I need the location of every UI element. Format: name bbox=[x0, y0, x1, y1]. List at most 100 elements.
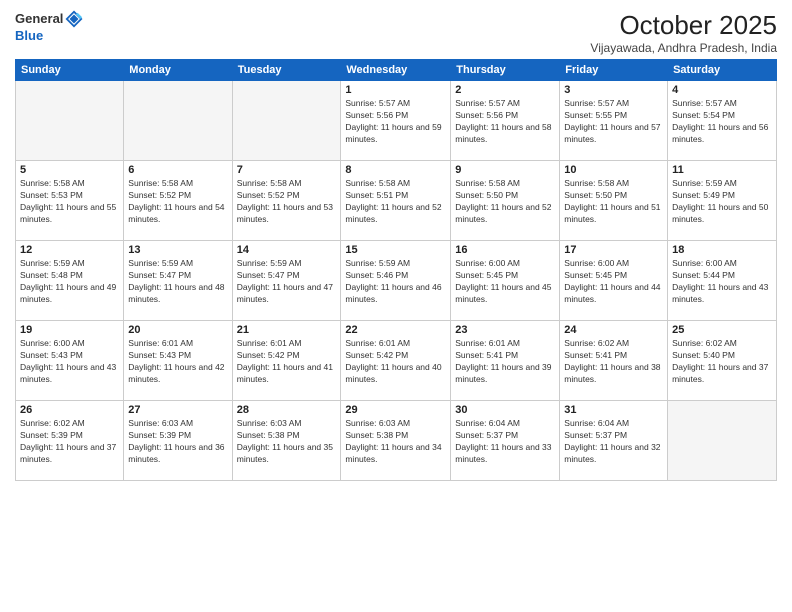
day-number: 14 bbox=[237, 244, 337, 256]
day-number: 28 bbox=[237, 404, 337, 416]
logo-icon bbox=[65, 10, 83, 28]
calendar-cell-28: 28Sunrise: 6:03 AMSunset: 5:38 PMDayligh… bbox=[232, 401, 341, 481]
calendar-cell-8: 8 Sunrise: 5:58 AMSunset: 5:51 PMDaylight… bbox=[341, 161, 451, 241]
day-number: 13 bbox=[128, 244, 227, 256]
day-number: 5 bbox=[20, 164, 119, 176]
day-info: Sunrise: 5:58 AMSunset: 5:51 PMDaylight:… bbox=[345, 178, 446, 226]
calendar-cell-6: 6 Sunrise: 5:58 AMSunset: 5:52 PMDaylight… bbox=[124, 161, 232, 241]
day-info: Sunrise: 5:57 AMSunset: 5:55 PMDaylight:… bbox=[564, 98, 663, 146]
page-container: General Blue October 2025 Vijayawada, An… bbox=[0, 0, 792, 612]
day-number: 17 bbox=[564, 244, 663, 256]
day-info: Sunrise: 6:03 AMSunset: 5:38 PMDaylight:… bbox=[345, 418, 446, 466]
day-info: Sunrise: 5:59 AMSunset: 5:48 PMDaylight:… bbox=[20, 258, 119, 306]
calendar-cell-empty bbox=[668, 401, 777, 481]
weekday-header-monday: Monday bbox=[124, 60, 232, 81]
day-info: Sunrise: 5:58 AMSunset: 5:52 PMDaylight:… bbox=[128, 178, 227, 226]
day-number: 22 bbox=[345, 324, 446, 336]
calendar-cell-empty bbox=[16, 81, 124, 161]
calendar-cell-31: 31 Sunrise: 6:04 AMSunset: 5:37 PMDayligh… bbox=[560, 401, 668, 481]
day-number: 9 bbox=[455, 164, 555, 176]
weekday-header-tuesday: Tuesday bbox=[232, 60, 341, 81]
weekday-header-row: SundayMondayTuesdayWednesdayThursdayFrid… bbox=[16, 60, 777, 81]
day-number: 26 bbox=[20, 404, 119, 416]
day-info: Sunrise: 5:58 AMSunset: 5:50 PMDaylight:… bbox=[455, 178, 555, 226]
header: General Blue October 2025 Vijayawada, An… bbox=[15, 10, 777, 55]
week-row-5: 26 Sunrise: 6:02 AMSunset: 5:39 PMDayligh… bbox=[16, 401, 777, 481]
day-number: 30 bbox=[455, 404, 555, 416]
day-number: 29 bbox=[345, 404, 446, 416]
calendar-cell-20: 20 Sunrise: 6:01 AMSunset: 5:43 PMDayligh… bbox=[124, 321, 232, 401]
day-info: Sunrise: 6:00 AMSunset: 5:44 PMDaylight:… bbox=[672, 258, 772, 306]
day-info: Sunrise: 6:01 AMSunset: 5:43 PMDaylight:… bbox=[128, 338, 227, 386]
day-number: 12 bbox=[20, 244, 119, 256]
day-number: 25 bbox=[672, 324, 772, 336]
calendar-table: SundayMondayTuesdayWednesdayThursdayFrid… bbox=[15, 59, 777, 481]
day-number: 19 bbox=[20, 324, 119, 336]
calendar-cell-26: 26 Sunrise: 6:02 AMSunset: 5:39 PMDayligh… bbox=[16, 401, 124, 481]
day-info: Sunrise: 5:59 AMSunset: 5:49 PMDaylight:… bbox=[672, 178, 772, 226]
calendar-cell-15: 15 Sunrise: 5:59 AMSunset: 5:46 PMDayligh… bbox=[341, 241, 451, 321]
month-title: October 2025 bbox=[590, 10, 777, 41]
day-number: 31 bbox=[564, 404, 663, 416]
calendar-cell-14: 14Sunrise: 5:59 AMSunset: 5:47 PMDayligh… bbox=[232, 241, 341, 321]
day-info: Sunrise: 5:57 AMSunset: 5:56 PMDaylight:… bbox=[455, 98, 555, 146]
location-subtitle: Vijayawada, Andhra Pradesh, India bbox=[590, 41, 777, 55]
weekday-header-sunday: Sunday bbox=[16, 60, 124, 81]
day-number: 1 bbox=[345, 84, 446, 96]
calendar-cell-21: 21 Sunrise: 6:01 AMSunset: 5:42 PMDayligh… bbox=[232, 321, 341, 401]
day-number: 15 bbox=[345, 244, 446, 256]
calendar-cell-12: 12 Sunrise: 5:59 AMSunset: 5:48 PMDayligh… bbox=[16, 241, 124, 321]
weekday-header-thursday: Thursday bbox=[451, 60, 560, 81]
day-info: Sunrise: 5:58 AMSunset: 5:50 PMDaylight:… bbox=[564, 178, 663, 226]
title-section: October 2025 Vijayawada, Andhra Pradesh,… bbox=[590, 10, 777, 55]
calendar-cell-empty bbox=[232, 81, 341, 161]
day-number: 4 bbox=[672, 84, 772, 96]
day-info: Sunrise: 6:00 AMSunset: 5:45 PMDaylight:… bbox=[564, 258, 663, 306]
calendar-cell-2: 2 Sunrise: 5:57 AMSunset: 5:56 PMDaylight… bbox=[451, 81, 560, 161]
calendar-cell-9: 9 Sunrise: 5:58 AMSunset: 5:50 PMDaylight… bbox=[451, 161, 560, 241]
day-number: 21 bbox=[237, 324, 337, 336]
calendar-cell-30: 30 Sunrise: 6:04 AMSunset: 5:37 PMDayligh… bbox=[451, 401, 560, 481]
day-number: 2 bbox=[455, 84, 555, 96]
calendar-cell-17: 17 Sunrise: 6:00 AMSunset: 5:45 PMDayligh… bbox=[560, 241, 668, 321]
day-number: 27 bbox=[128, 404, 227, 416]
calendar-cell-24: 24 Sunrise: 6:02 AMSunset: 5:41 PMDayligh… bbox=[560, 321, 668, 401]
day-number: 8 bbox=[345, 164, 446, 176]
calendar-cell-3: 3 Sunrise: 5:57 AMSunset: 5:55 PMDaylight… bbox=[560, 81, 668, 161]
day-number: 3 bbox=[564, 84, 663, 96]
week-row-3: 12 Sunrise: 5:59 AMSunset: 5:48 PMDayligh… bbox=[16, 241, 777, 321]
weekday-header-saturday: Saturday bbox=[668, 60, 777, 81]
day-info: Sunrise: 6:01 AMSunset: 5:42 PMDaylight:… bbox=[237, 338, 337, 386]
day-number: 6 bbox=[128, 164, 227, 176]
day-info: Sunrise: 6:04 AMSunset: 5:37 PMDaylight:… bbox=[455, 418, 555, 466]
day-info: Sunrise: 5:57 AMSunset: 5:56 PMDaylight:… bbox=[345, 98, 446, 146]
calendar-cell-29: 29 Sunrise: 6:03 AMSunset: 5:38 PMDayligh… bbox=[341, 401, 451, 481]
day-info: Sunrise: 6:00 AMSunset: 5:43 PMDaylight:… bbox=[20, 338, 119, 386]
calendar-cell-27: 27Sunrise: 6:03 AMSunset: 5:39 PMDayligh… bbox=[124, 401, 232, 481]
weekday-header-wednesday: Wednesday bbox=[341, 60, 451, 81]
day-info: Sunrise: 6:02 AMSunset: 5:41 PMDaylight:… bbox=[564, 338, 663, 386]
day-info: Sunrise: 5:58 AMSunset: 5:52 PMDaylight:… bbox=[237, 178, 337, 226]
day-number: 20 bbox=[128, 324, 227, 336]
day-info: Sunrise: 6:02 AMSunset: 5:39 PMDaylight:… bbox=[20, 418, 119, 466]
day-number: 7 bbox=[237, 164, 337, 176]
day-number: 24 bbox=[564, 324, 663, 336]
week-row-1: 1 Sunrise: 5:57 AMSunset: 5:56 PMDaylight… bbox=[16, 81, 777, 161]
logo-general-text: General bbox=[15, 12, 63, 26]
day-number: 16 bbox=[455, 244, 555, 256]
week-row-4: 19 Sunrise: 6:00 AMSunset: 5:43 PMDayligh… bbox=[16, 321, 777, 401]
day-info: Sunrise: 5:58 AMSunset: 5:53 PMDaylight:… bbox=[20, 178, 119, 226]
calendar-cell-13: 13Sunrise: 5:59 AMSunset: 5:47 PMDayligh… bbox=[124, 241, 232, 321]
calendar-cell-16: 16 Sunrise: 6:00 AMSunset: 5:45 PMDayligh… bbox=[451, 241, 560, 321]
calendar-cell-1: 1 Sunrise: 5:57 AMSunset: 5:56 PMDaylight… bbox=[341, 81, 451, 161]
logo: General Blue bbox=[15, 10, 83, 43]
day-info: Sunrise: 5:59 AMSunset: 5:46 PMDaylight:… bbox=[345, 258, 446, 306]
day-info: Sunrise: 6:01 AMSunset: 5:41 PMDaylight:… bbox=[455, 338, 555, 386]
day-number: 11 bbox=[672, 164, 772, 176]
day-info: Sunrise: 6:00 AMSunset: 5:45 PMDaylight:… bbox=[455, 258, 555, 306]
day-info: Sunrise: 5:57 AMSunset: 5:54 PMDaylight:… bbox=[672, 98, 772, 146]
day-info: Sunrise: 6:04 AMSunset: 5:37 PMDaylight:… bbox=[564, 418, 663, 466]
calendar-cell-11: 11 Sunrise: 5:59 AMSunset: 5:49 PMDayligh… bbox=[668, 161, 777, 241]
calendar-cell-5: 5 Sunrise: 5:58 AMSunset: 5:53 PMDaylight… bbox=[16, 161, 124, 241]
day-info: Sunrise: 6:02 AMSunset: 5:40 PMDaylight:… bbox=[672, 338, 772, 386]
